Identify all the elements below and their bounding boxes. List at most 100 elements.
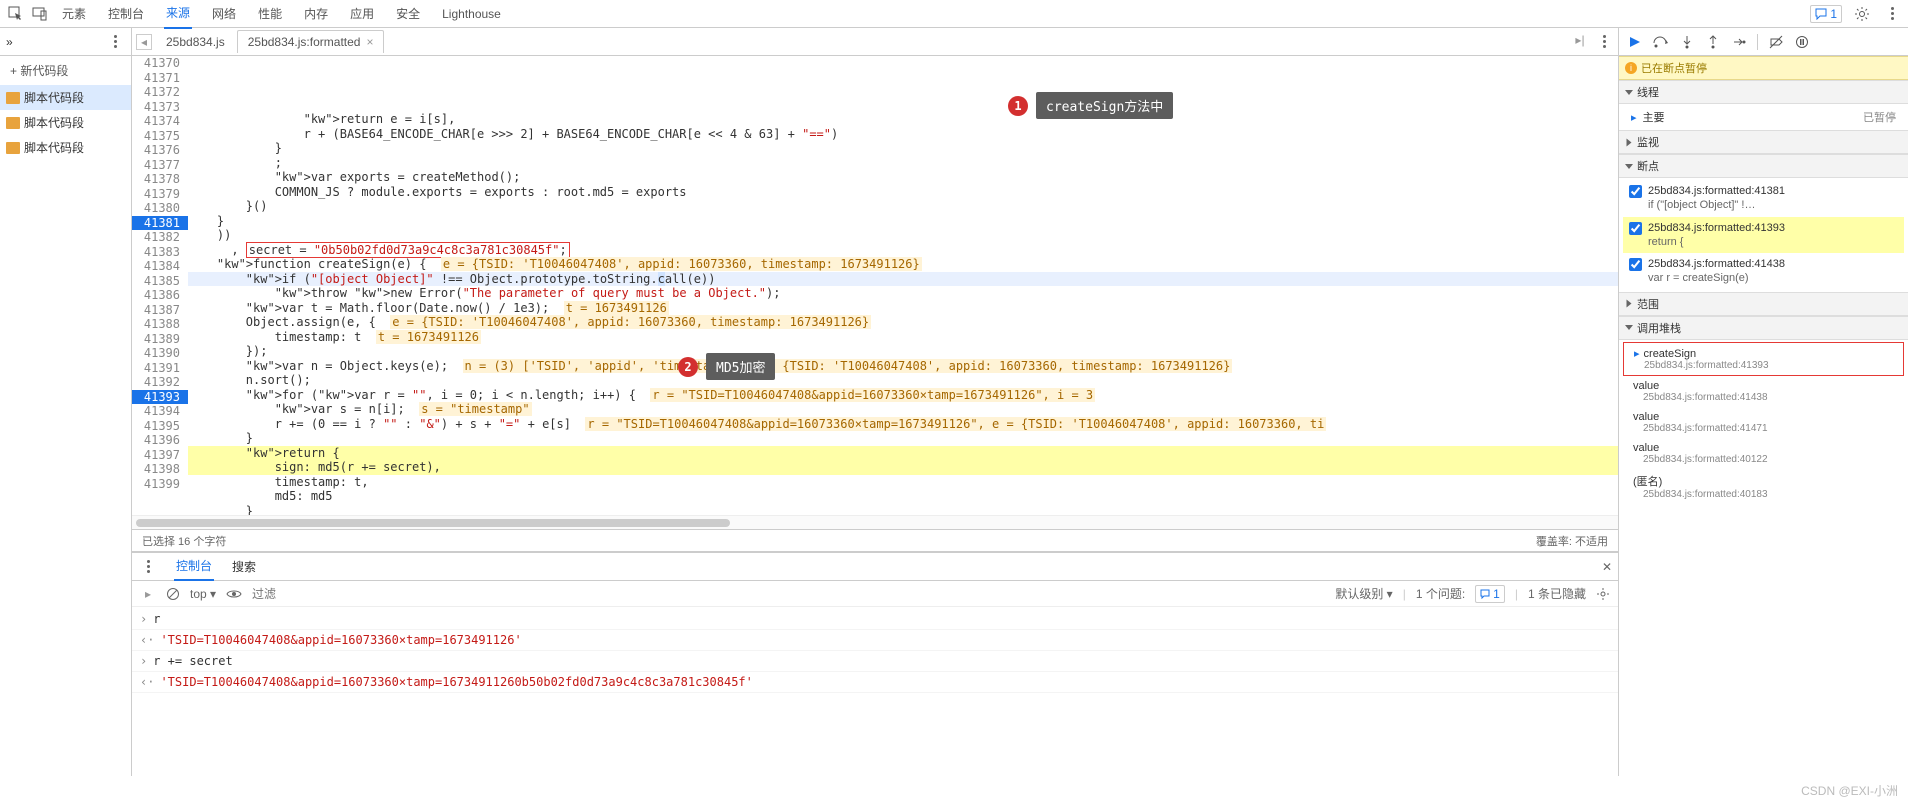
gear-icon[interactable] bbox=[1596, 587, 1610, 601]
callstack-header[interactable]: 调用堆栈 bbox=[1619, 316, 1908, 340]
issue-badge[interactable]: 1 bbox=[1475, 585, 1505, 603]
code-line[interactable]: sign: md5(r += secret), bbox=[188, 460, 1618, 475]
breakpoints-header[interactable]: 断点 bbox=[1619, 154, 1908, 178]
bp-checkbox[interactable] bbox=[1629, 185, 1642, 198]
expand-icon[interactable]: » bbox=[6, 35, 13, 49]
pause-exception-icon[interactable] bbox=[1792, 32, 1812, 52]
code-line[interactable]: } bbox=[188, 141, 1618, 156]
main-tab[interactable]: 来源 bbox=[164, 0, 192, 29]
menu-icon[interactable] bbox=[138, 557, 158, 577]
console-line[interactable]: ‹·'TSID=T10046047408&appid=16073360×tamp… bbox=[132, 672, 1618, 693]
inspect-icon[interactable] bbox=[6, 4, 26, 24]
tab-search[interactable]: 搜索 bbox=[230, 553, 258, 580]
sidebar-toggle-icon[interactable]: ▸ bbox=[140, 586, 156, 602]
main-tab[interactable]: 应用 bbox=[348, 0, 376, 28]
bp-checkbox[interactable] bbox=[1629, 258, 1642, 271]
code-line[interactable]: "kw">return { bbox=[188, 446, 1618, 461]
stack-frame[interactable]: value25bd834.js:formatted:41471 bbox=[1623, 407, 1904, 438]
main-tab[interactable]: 网络 bbox=[210, 0, 238, 28]
clear-icon[interactable] bbox=[166, 587, 180, 601]
code-line[interactable]: COMMON_JS ? module.exports = exports : r… bbox=[188, 185, 1618, 200]
code-line[interactable]: "kw">var s = n[i]; s = "timestamp" bbox=[188, 402, 1618, 417]
code-line[interactable]: } bbox=[188, 431, 1618, 446]
code-line[interactable]: "kw">for ("kw">var r = "", i = 0; i < n.… bbox=[188, 388, 1618, 403]
main-tab[interactable]: 元素 bbox=[60, 0, 88, 28]
eye-icon[interactable] bbox=[226, 589, 242, 599]
h-scrollbar[interactable] bbox=[132, 515, 1618, 529]
main-tab[interactable]: 安全 bbox=[394, 0, 422, 28]
step-icon[interactable] bbox=[1729, 32, 1749, 52]
main-tab[interactable]: Lighthouse bbox=[440, 1, 503, 27]
step-into-icon[interactable] bbox=[1677, 32, 1697, 52]
main-tab[interactable]: 内存 bbox=[302, 0, 330, 28]
nav-back-icon[interactable]: ◂ bbox=[136, 34, 152, 50]
code-line[interactable]: n.sort(); bbox=[188, 373, 1618, 388]
code-line[interactable]: "kw">function createSign(e) { e = {TSID:… bbox=[188, 257, 1618, 272]
more-icon[interactable] bbox=[105, 32, 125, 52]
nav-fwd-icon[interactable]: ▸| bbox=[1572, 32, 1588, 48]
code-line[interactable]: r + (BASE64_ENCODE_CHAR[e >>> 2] + BASE6… bbox=[188, 127, 1618, 142]
paused-banner: i已在断点暂停 bbox=[1619, 56, 1908, 80]
threads-header[interactable]: 线程 bbox=[1619, 80, 1908, 104]
code-line[interactable]: timestamp: t, bbox=[188, 475, 1618, 490]
code-line[interactable]: } bbox=[188, 214, 1618, 229]
file-tab[interactable]: 25bd834.js:formatted× bbox=[237, 30, 385, 53]
file-item[interactable]: 脚本代码段 bbox=[0, 110, 131, 135]
filter-input[interactable] bbox=[252, 587, 1325, 601]
watch-header[interactable]: 监视 bbox=[1619, 130, 1908, 154]
console-line[interactable]: ‹·'TSID=T10046047408&appid=16073360×tamp… bbox=[132, 630, 1618, 651]
code-line[interactable]: }() bbox=[188, 199, 1618, 214]
level-selector[interactable]: 默认级别 ▾ bbox=[1335, 585, 1392, 602]
code-line[interactable]: , secret = "0b50b02fd0d73a9c4c8c3a781c30… bbox=[188, 243, 1618, 258]
context-selector[interactable]: top ▾ bbox=[190, 587, 216, 601]
stack-frame[interactable]: ▸createSign25bd834.js:formatted:41393 bbox=[1623, 342, 1904, 376]
close-icon[interactable]: ✕ bbox=[1602, 560, 1612, 574]
code-line[interactable]: "kw">var exports = createMethod(); bbox=[188, 170, 1618, 185]
stack-frame[interactable]: (匿名)25bd834.js:formatted:40183 bbox=[1623, 469, 1904, 504]
new-snippet-button[interactable]: + 新代码段 bbox=[0, 56, 131, 85]
resume-icon[interactable] bbox=[1625, 32, 1645, 52]
deactivate-bp-icon[interactable] bbox=[1766, 32, 1786, 52]
code-line[interactable]: "kw">throw "kw">new Error("The parameter… bbox=[188, 286, 1618, 301]
main-tab[interactable]: 控制台 bbox=[106, 0, 146, 28]
code-line[interactable]: "kw">return e = i[s], bbox=[188, 112, 1618, 127]
code-line[interactable]: "kw">if ("[object Object]" !== Object.pr… bbox=[188, 272, 1618, 287]
messages-badge[interactable]: 1 bbox=[1810, 5, 1842, 23]
tab-console[interactable]: 控制台 bbox=[174, 552, 214, 581]
file-tab[interactable]: 25bd834.js bbox=[156, 30, 235, 53]
file-item[interactable]: 脚本代码段 bbox=[0, 135, 131, 160]
code-line[interactable]: } bbox=[188, 504, 1618, 516]
device-icon[interactable] bbox=[30, 4, 50, 24]
thread-main[interactable]: ▸主要已暂停 bbox=[1623, 106, 1904, 128]
console-line[interactable]: ›r += secret bbox=[132, 651, 1618, 672]
code-line[interactable]: md5: md5 bbox=[188, 489, 1618, 504]
scope-header[interactable]: 范围 bbox=[1619, 292, 1908, 316]
gear-icon[interactable] bbox=[1852, 4, 1872, 24]
code-line[interactable]: Object.assign(e, { e = {TSID: 'T10046047… bbox=[188, 315, 1618, 330]
code-line[interactable]: ; bbox=[188, 156, 1618, 171]
code-line[interactable]: "kw">var t = Math.floor(Date.now() / 1e3… bbox=[188, 301, 1618, 316]
breakpoint-item[interactable]: 25bd834.js:formatted:41393return { bbox=[1623, 217, 1904, 254]
code-line[interactable]: timestamp: t t = 1673491126 bbox=[188, 330, 1618, 345]
stack-frame[interactable]: value25bd834.js:formatted:41438 bbox=[1623, 376, 1904, 407]
code-line[interactable]: "kw">var n = Object.keys(e); n = (3) ['T… bbox=[188, 359, 1618, 374]
code-line[interactable]: )) bbox=[188, 228, 1618, 243]
drawer-tabs: 控制台 搜索 ✕ bbox=[132, 553, 1618, 581]
file-item[interactable]: 脚本代码段 bbox=[0, 85, 131, 110]
breakpoint-item[interactable]: 25bd834.js:formatted:41438var r = create… bbox=[1623, 253, 1904, 290]
selection-info: 已选择 16 个字符 bbox=[142, 533, 226, 549]
code-line[interactable]: r += (0 == i ? "" : "&") + s + "=" + e[s… bbox=[188, 417, 1618, 432]
hidden-count[interactable]: 1 条已隐藏 bbox=[1528, 585, 1586, 602]
code-line[interactable]: }); bbox=[188, 344, 1618, 359]
bp-checkbox[interactable] bbox=[1629, 222, 1642, 235]
more-icon[interactable] bbox=[1594, 32, 1614, 52]
console-line[interactable]: ›r bbox=[132, 609, 1618, 630]
step-out-icon[interactable] bbox=[1703, 32, 1723, 52]
breakpoint-item[interactable]: 25bd834.js:formatted:41381if ("[object O… bbox=[1623, 180, 1904, 217]
code-editor[interactable]: 4137041371413724137341374413754137641377… bbox=[132, 56, 1618, 515]
menu-icon[interactable] bbox=[1882, 4, 1902, 24]
step-over-icon[interactable] bbox=[1651, 32, 1671, 52]
main-tab[interactable]: 性能 bbox=[256, 0, 284, 28]
stack-frame[interactable]: value25bd834.js:formatted:40122 bbox=[1623, 438, 1904, 469]
watermark: CSDN @EXI-小洲 bbox=[1801, 782, 1898, 799]
